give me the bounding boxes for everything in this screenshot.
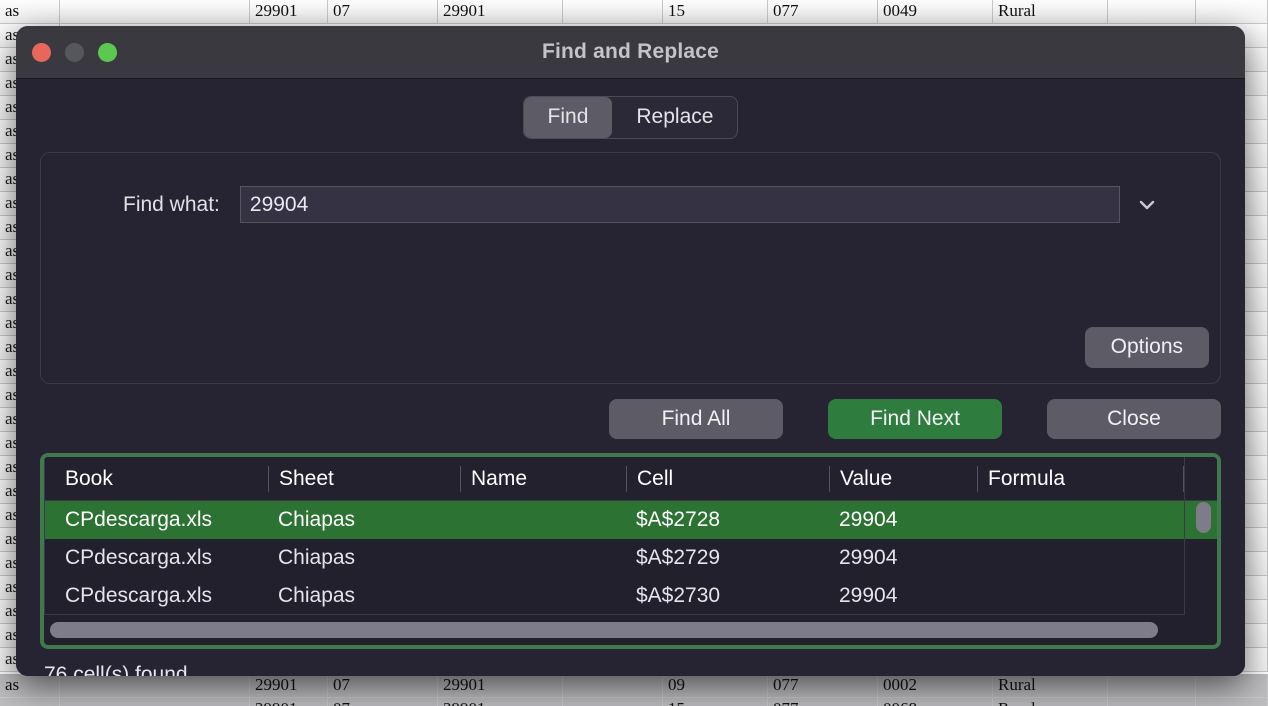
sheet-cell: Rural (993, 698, 1108, 706)
column-header-formula[interactable]: Formula (977, 465, 1183, 492)
table-row[interactable]: CPdescarga.xls Chiapas $A$2730 29904 (44, 577, 1217, 615)
sheet-cell (563, 674, 663, 697)
cell-book: CPdescarga.xls (65, 546, 213, 569)
sheet-cell: 07 (328, 0, 438, 23)
sheet-cell: 09 (663, 674, 768, 697)
find-next-button[interactable]: Find Next (828, 399, 1002, 439)
horizontal-scrollbar-thumb[interactable] (50, 622, 1159, 638)
sheet-cell: Rural (993, 0, 1108, 23)
sheet-cell: 0049 (878, 0, 993, 23)
sheet-cell (60, 698, 250, 706)
sheet-cell-label (0, 698, 60, 706)
tab-find[interactable]: Find (523, 97, 613, 138)
sheet-cell: 29901 (438, 0, 563, 23)
column-header-book[interactable]: Book (44, 466, 268, 492)
results-table-header: Book Sheet Name Cell Value Formula (44, 457, 1217, 501)
sheet-cell: 29901 (438, 698, 563, 706)
sheet-cell: 077 (768, 0, 878, 23)
sheet-cell: 077 (768, 698, 878, 706)
cell-cell: $A$2728 (636, 508, 721, 531)
table-row[interactable]: CPdescarga.xls Chiapas $A$2729 29904 (44, 539, 1217, 577)
table-row[interactable]: as 29901 07 29901 15 077 0049 Rural (0, 0, 1268, 24)
sheet-cell (1108, 674, 1196, 697)
find-panel: Find what: Options (40, 152, 1221, 384)
tab-bar: Find Replace (40, 79, 1221, 139)
table-row[interactable]: 29901 07 29901 15 077 0068 Rural (0, 698, 1268, 706)
window-titlebar[interactable]: Find and Replace (16, 26, 1245, 79)
find-what-row: Find what: (41, 153, 1220, 223)
column-header-cell[interactable]: Cell (626, 465, 829, 492)
column-header-spacer (1183, 465, 1203, 492)
cell-sheet: Chiapas (278, 584, 356, 607)
sheet-cell: 0002 (878, 674, 993, 697)
sheet-cell (1196, 674, 1268, 697)
search-results-panel[interactable]: Book Sheet Name Cell Value Formula CPdes… (40, 453, 1221, 649)
minimize-window-button[interactable] (65, 42, 84, 62)
vertical-scrollbar-thumb[interactable] (1196, 502, 1211, 533)
sheet-cell: 15 (663, 698, 768, 706)
cell-book: CPdescarga.xls (65, 584, 213, 607)
column-header-value[interactable]: Value (829, 465, 977, 492)
cell-book: CPdescarga.xls (65, 508, 213, 531)
sheet-cell (1196, 698, 1268, 706)
status-text: 76 cell(s) found (44, 663, 188, 676)
table-row[interactable]: CPdescarga.xls Chiapas $A$2728 29904 (44, 501, 1217, 539)
sheet-cell-label: as (0, 674, 60, 697)
close-window-button[interactable] (32, 42, 51, 62)
cell-cell: $A$2729 (636, 546, 721, 569)
sheet-cell: 29901 (250, 698, 328, 706)
dialog-body: Find Replace Find what: Options Find All… (16, 79, 1245, 676)
sheet-cell (60, 674, 250, 697)
cell-cell: $A$2730 (636, 584, 721, 607)
options-button[interactable]: Options (1084, 327, 1209, 368)
results-table-body: CPdescarga.xls Chiapas $A$2728 29904 CPd… (44, 501, 1217, 615)
sheet-cell: 07 (328, 674, 438, 697)
sheet-cell: 29901 (250, 0, 328, 23)
column-header-name[interactable]: Name (460, 465, 626, 492)
tab-group: Find Replace (522, 96, 739, 139)
sheet-cell: 07 (328, 698, 438, 706)
column-header-sheet[interactable]: Sheet (268, 465, 460, 492)
cell-value: 29904 (839, 546, 898, 569)
find-and-replace-dialog: Find and Replace Find Replace Find what:… (16, 26, 1245, 676)
chevron-down-icon[interactable] (1134, 196, 1160, 214)
zoom-window-button[interactable] (98, 42, 117, 62)
find-what-input[interactable] (239, 186, 1120, 223)
table-row[interactable]: as 29901 07 29901 09 077 0002 Rural (0, 674, 1268, 698)
window-controls (32, 42, 117, 62)
sheet-cell: 29901 (250, 674, 328, 697)
sheet-cell (563, 0, 663, 23)
find-what-label: Find what: (123, 192, 220, 216)
cell-sheet: Chiapas (278, 546, 356, 569)
tab-replace[interactable]: Replace (612, 97, 737, 138)
results-horizontal-scrollbar[interactable] (50, 622, 1181, 638)
window-title: Find and Replace (541, 40, 720, 63)
sheet-cell: 0068 (878, 698, 993, 706)
sheet-cell (60, 0, 250, 23)
sheet-cell: 077 (768, 674, 878, 697)
sheet-cell (1196, 0, 1268, 23)
sheet-cell: 15 (663, 0, 768, 23)
cell-value: 29904 (839, 584, 898, 607)
close-button[interactable]: Close (1047, 399, 1221, 439)
cell-value: 29904 (839, 508, 898, 531)
sheet-cell (1108, 0, 1196, 23)
sheet-cell-label: as (0, 0, 60, 23)
cell-sheet: Chiapas (278, 508, 356, 531)
sheet-cell (1108, 698, 1196, 706)
find-all-button[interactable]: Find All (609, 399, 783, 439)
sheet-cell: 29901 (438, 674, 563, 697)
sheet-cell: Rural (993, 674, 1108, 697)
sheet-cell (563, 698, 663, 706)
action-button-row: Find All Find Next Close (40, 384, 1221, 439)
results-vertical-scrollbar[interactable] (1196, 502, 1213, 607)
